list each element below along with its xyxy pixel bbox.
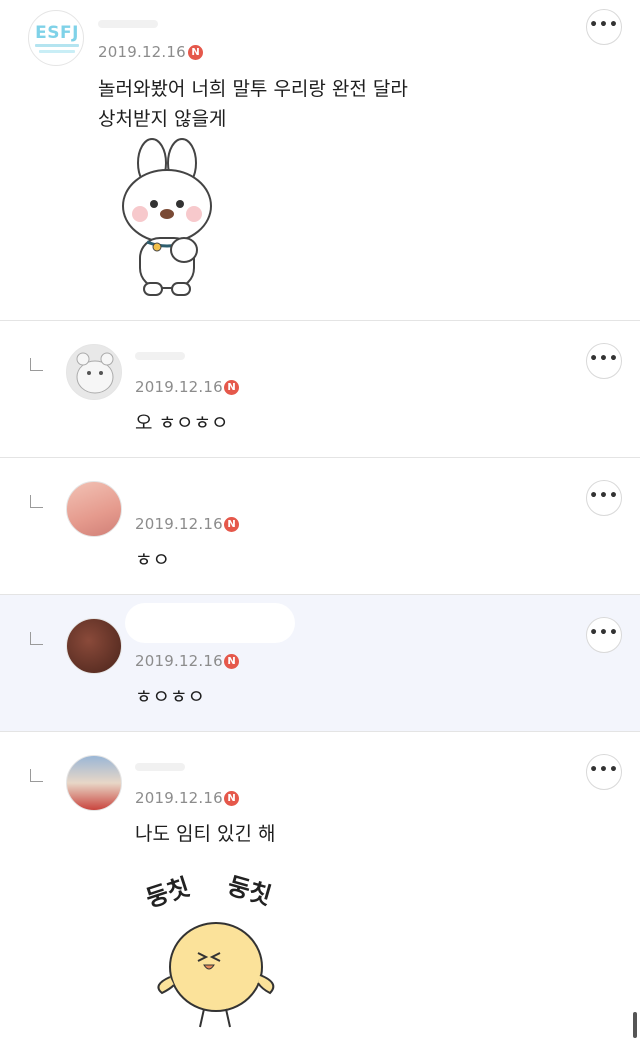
comment-text: 나도 임티 있긴 해 [135,823,276,845]
more-icon: ••• [589,487,619,504]
scrollbar-thumb[interactable] [633,1012,637,1038]
more-options-button[interactable]: ••• [586,480,622,516]
comment-text: 오 ㅎㅇㅎㅇ [135,412,229,434]
reply-arrow-icon [30,358,43,371]
avatar[interactable]: ESFJ [28,10,84,66]
new-badge: N [224,517,239,532]
comment-date: 2019.12.16 [135,378,223,396]
comment-date: 2019.12.16 [135,515,223,533]
avatar-logo-subline [39,50,75,53]
new-badge: N [224,380,239,395]
comment-text: ㅎㅇㅎㅇ [135,686,205,708]
comment-1: ESFJ 2019.12.16 N 놀러와봤어 너희 말투 우리랑 완전 달라 … [0,0,640,320]
avatar[interactable] [66,481,122,537]
more-icon: ••• [589,16,619,33]
reply-arrow-icon [30,632,43,645]
comment-5: 2019.12.16 N 나도 임티 있긴 해 둥칫 둥칫 ••• [0,732,640,1040]
comment-text-line: 상처받지 않을게 [98,108,227,130]
comment-date: 2019.12.16 [98,43,186,61]
more-options-button[interactable]: ••• [586,754,622,790]
new-badge: N [224,654,239,669]
comment-2: 2019.12.16 N 오 ㅎㅇㅎㅇ ••• [0,321,640,457]
nickname-redacted [98,20,158,28]
more-icon: ••• [589,350,619,367]
avatar[interactable] [66,344,122,400]
more-options-button[interactable]: ••• [586,343,622,379]
nickname-redacted [135,352,185,360]
avatar[interactable] [66,618,122,674]
new-badge: N [188,45,203,60]
avatar[interactable] [66,755,122,811]
chick-sticker: 둥칫 둥칫 [140,867,290,1037]
more-icon: ••• [589,761,619,778]
reply-arrow-icon [30,495,43,508]
more-icon: ••• [589,624,619,641]
nickname-redacted [135,763,185,771]
more-options-button[interactable]: ••• [586,617,622,653]
avatar-logo-text: ESFJ [35,23,79,43]
comment-text-line: 놀러와봤어 너희 말투 우리랑 완전 달라 [98,78,408,100]
bunny-sticker [112,138,222,298]
comment-4: 2019.12.16 N ㅎㅇㅎㅇ ••• [0,595,640,731]
comment-3: 2019.12.16 N ㅎㅇ ••• [0,458,640,594]
reply-arrow-icon [30,769,43,782]
comment-date: 2019.12.16 [135,789,223,807]
new-badge: N [224,791,239,806]
nickname-redacted [125,603,295,643]
more-options-button[interactable]: ••• [586,9,622,45]
comment-date: 2019.12.16 [135,652,223,670]
avatar-logo-subline [35,44,79,47]
comment-text: ㅎㅇ [135,549,170,571]
